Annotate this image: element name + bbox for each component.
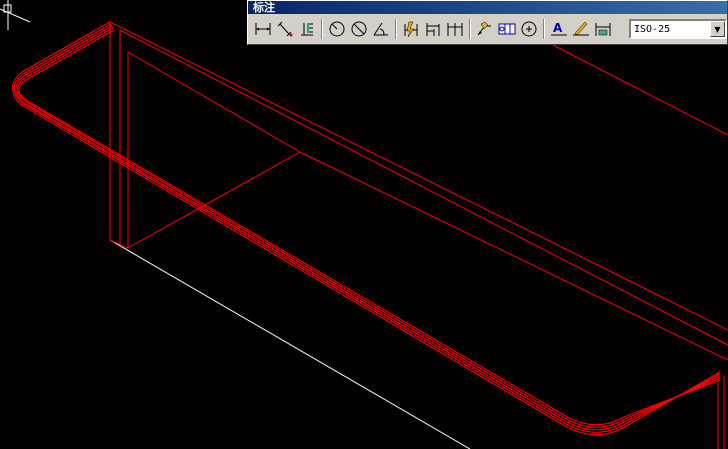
continue-dimension-icon	[447, 23, 463, 36]
dimension-edit-icon: A	[551, 21, 567, 36]
baseline-dimension-icon	[426, 23, 440, 36]
toolbar-separator	[395, 19, 397, 39]
quick-dimension-icon	[404, 21, 418, 38]
dimension-text-edit-button[interactable]	[570, 18, 592, 40]
base-edge-line	[109, 239, 471, 449]
radius-dimension-icon	[329, 21, 345, 37]
tolerance-icon	[498, 23, 516, 35]
ordinate-dimension-icon	[301, 23, 313, 36]
tolerance-button[interactable]	[496, 18, 518, 40]
dimension-update-icon	[595, 23, 611, 36]
drawing-canvas[interactable]	[0, 0, 728, 449]
angular-dimension-icon	[373, 22, 388, 36]
aligned-dimension-button[interactable]	[274, 18, 296, 40]
ucs-icon	[0, 0, 31, 30]
dropdown-arrow-icon[interactable]: ▼	[710, 21, 725, 37]
continue-dimension-button[interactable]	[444, 18, 466, 40]
quick-leader-icon	[477, 21, 491, 36]
toolbar-buttons: A	[252, 18, 614, 40]
tray-wireframe	[109, 21, 728, 449]
toolbar-title[interactable]: 标注	[248, 1, 727, 14]
angular-dimension-button[interactable]	[370, 18, 392, 40]
toolbar-separator	[321, 19, 323, 39]
dim-style-value: ISO-25	[634, 23, 671, 35]
dimension-toolbar[interactable]: 标注 A ISO-25 ▼	[247, 0, 728, 45]
aligned-dimension-icon	[277, 21, 293, 37]
center-mark-button[interactable]	[518, 18, 540, 40]
svg-text:A: A	[553, 21, 563, 35]
baseline-dimension-button[interactable]	[422, 18, 444, 40]
center-mark-icon	[521, 21, 537, 37]
quick-dimension-button[interactable]	[400, 18, 422, 40]
linear-dimension-button[interactable]	[252, 18, 274, 40]
dimension-update-button[interactable]	[592, 18, 614, 40]
dimension-edit-button[interactable]: A	[548, 18, 570, 40]
toolbar-separator	[543, 19, 545, 39]
quick-leader-button[interactable]	[474, 18, 496, 40]
radius-dimension-button[interactable]	[326, 18, 348, 40]
tray-rim	[11, 21, 721, 436]
dim-style-select[interactable]: ISO-25 ▼	[629, 19, 727, 39]
ordinate-dimension-button[interactable]	[296, 18, 318, 40]
diameter-dimension-button[interactable]	[348, 18, 370, 40]
dimension-text-edit-icon	[573, 21, 589, 36]
toolbar-separator	[469, 19, 471, 39]
diameter-dimension-icon	[351, 21, 367, 37]
linear-dimension-icon	[255, 23, 271, 35]
